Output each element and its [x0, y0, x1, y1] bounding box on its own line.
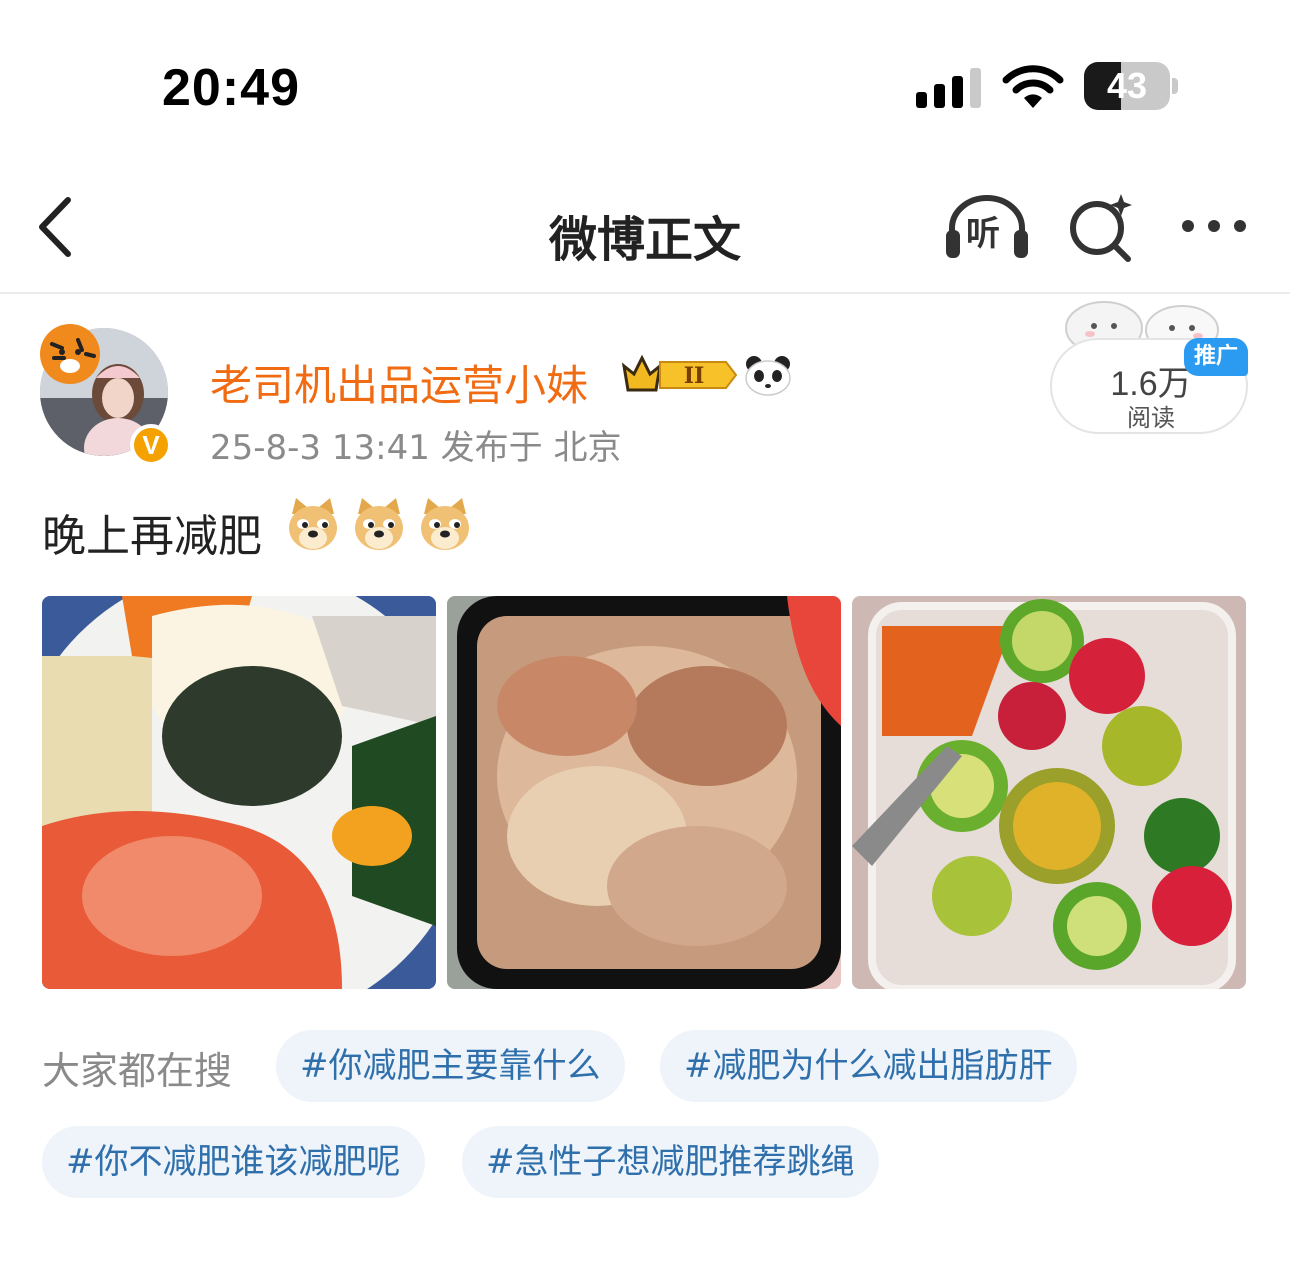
member-crown-icon[interactable]: II [620, 352, 738, 398]
read-label: 阅读 [1127, 404, 1175, 432]
wifi-icon [1002, 65, 1064, 108]
trending-chip[interactable]: #减肥为什么减出脂肪肝 [660, 1030, 1077, 1102]
doge-emoji-icon [421, 498, 469, 550]
doge-emoji-icon [289, 498, 337, 550]
lime-fruit-photo[interactable] [852, 596, 1246, 989]
author-name[interactable]: 老司机出品运营小妹 [210, 352, 588, 413]
promo-tag: 推广 [1184, 338, 1248, 376]
ai-search-icon[interactable] [1066, 192, 1136, 262]
more-icon[interactable] [1178, 206, 1250, 246]
nav-bar: 微博正文 听 [0, 170, 1290, 294]
trending-chip[interactable]: #你减肥主要靠什么 [276, 1030, 625, 1102]
verified-badge: V [130, 424, 172, 466]
bibimbap-photo[interactable] [42, 596, 436, 989]
emoji-row [286, 496, 476, 556]
trending-label: 大家都在搜 [42, 1049, 233, 1093]
tiger-frame-icon [40, 324, 100, 384]
post-text: 晚上再减肥 [42, 511, 262, 562]
trending-chip[interactable]: #急性子想减肥推荐跳绳 [462, 1126, 879, 1198]
trending-chip[interactable]: #你不减肥谁该减肥呢 [42, 1126, 425, 1198]
listen-label: 听 [966, 214, 1000, 254]
panda-icon [745, 356, 791, 396]
cold-noodle-photo[interactable] [447, 596, 841, 989]
member-level: II [684, 363, 705, 389]
status-time: 20:49 [162, 59, 300, 117]
doge-emoji-icon [355, 498, 403, 550]
listen-button[interactable]: 听 [944, 192, 1030, 262]
battery-level: 43 [1106, 65, 1148, 106]
cellular-signal-icon [916, 68, 982, 108]
author-avatar[interactable]: V [38, 318, 174, 468]
status-bar: 20:49 43 [0, 0, 1290, 170]
post-meta: 25-8-3 13:41 发布于 北京 [210, 428, 622, 468]
battery-icon: 43 [1084, 62, 1178, 110]
